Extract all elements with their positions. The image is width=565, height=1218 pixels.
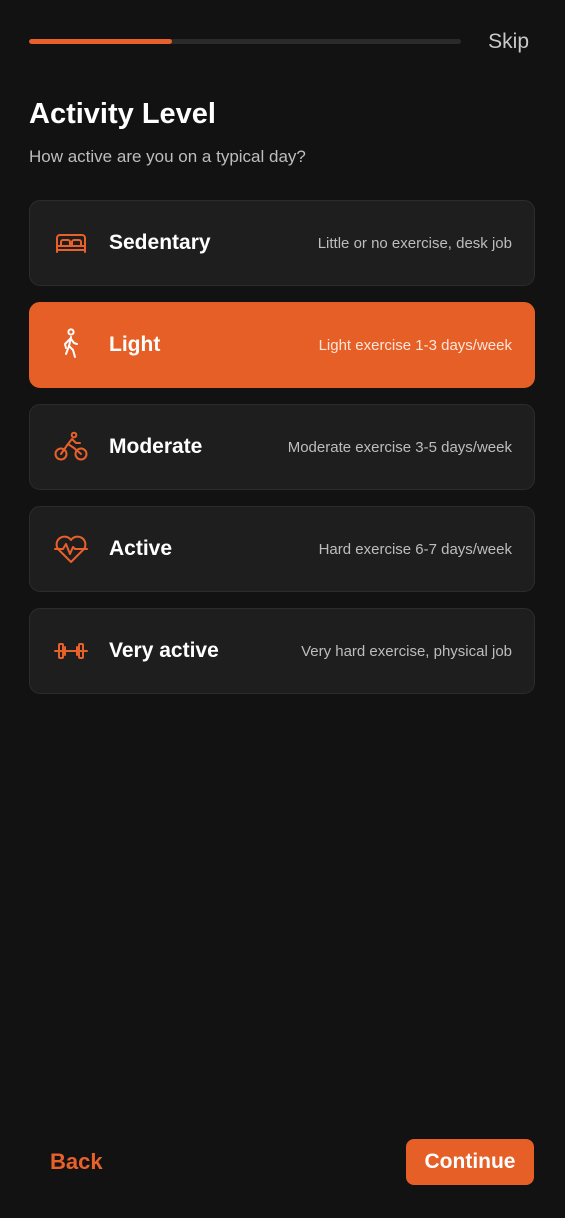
- skip-button[interactable]: Skip: [488, 30, 529, 54]
- option-light[interactable]: Light Light exercise 1-3 days/week: [29, 302, 535, 388]
- option-moderate[interactable]: Moderate Moderate exercise 3-5 days/week: [29, 404, 535, 490]
- back-button[interactable]: Back: [50, 1149, 103, 1175]
- option-label: Active: [109, 537, 173, 560]
- option-sedentary[interactable]: Sedentary Little or no exercise, desk jo…: [29, 200, 535, 286]
- option-active[interactable]: Active Hard exercise 6-7 days/week: [29, 506, 535, 592]
- progress-bar-fill: [29, 39, 172, 44]
- page-subtitle: How active are you on a typical day?: [29, 147, 306, 166]
- option-description: Little or no exercise, desk job: [317, 234, 512, 252]
- option-label: Light: [109, 333, 161, 356]
- option-label: Sedentary: [109, 231, 211, 254]
- bed-icon: [52, 224, 90, 262]
- activity-level-screen: Skip Activity Level How active are you o…: [0, 0, 565, 1218]
- option-label: Very active: [109, 639, 219, 662]
- option-description: Very hard exercise, physical job: [301, 642, 512, 660]
- option-description: Moderate exercise 3-5 days/week: [287, 438, 512, 456]
- walking-icon: [52, 326, 90, 364]
- bicycle-icon: [52, 428, 90, 466]
- continue-button[interactable]: Continue: [406, 1139, 534, 1185]
- option-very-active[interactable]: Very active Very hard exercise, physical…: [29, 608, 535, 694]
- option-description: Hard exercise 6-7 days/week: [318, 540, 512, 558]
- progress-bar: [29, 39, 461, 44]
- activity-options-list: Sedentary Little or no exercise, desk jo…: [29, 200, 535, 710]
- option-description: Light exercise 1-3 days/week: [318, 336, 512, 354]
- heart-pulse-icon: [52, 530, 90, 568]
- option-label: Moderate: [109, 435, 203, 458]
- dumbbell-icon: [52, 632, 90, 670]
- page-title: Activity Level: [29, 98, 216, 130]
